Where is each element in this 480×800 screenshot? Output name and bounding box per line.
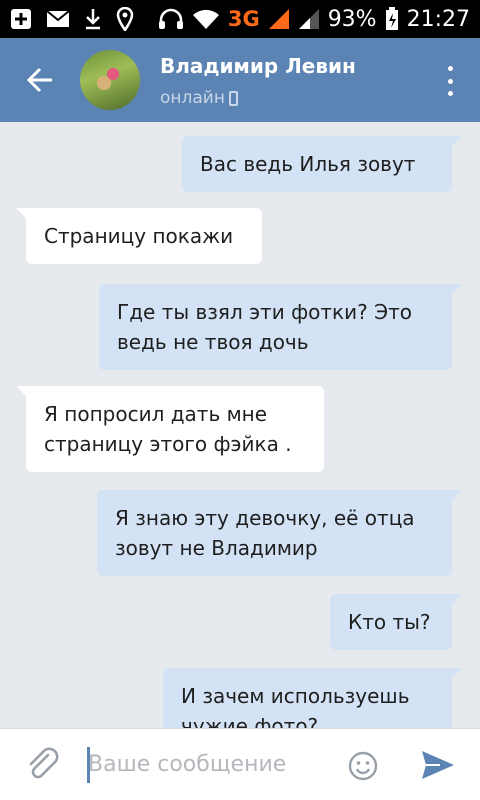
battery-percent: 93% xyxy=(327,6,377,32)
message-bubble-outgoing[interactable]: Где ты взял эти фотки? Это ведь не твоя … xyxy=(99,284,462,370)
smiley-icon xyxy=(348,751,378,781)
message-input[interactable] xyxy=(88,743,328,785)
send-button[interactable] xyxy=(420,749,456,781)
dot-icon xyxy=(447,78,453,84)
mobile-icon xyxy=(228,90,238,106)
composer-bar xyxy=(0,728,480,800)
message-text: Я попросил дать мне xyxy=(44,402,268,426)
contact-status: онлайн xyxy=(160,88,238,108)
more-menu-button[interactable] xyxy=(444,66,456,96)
plus-icon xyxy=(10,8,32,30)
emoji-button[interactable] xyxy=(348,751,378,781)
signal-icon-2 xyxy=(298,8,320,30)
message-bubble-outgoing[interactable]: Вас ведь Илья зовут xyxy=(182,136,462,192)
wifi-icon xyxy=(192,8,220,30)
clock: 21:27 xyxy=(406,6,470,32)
message-text: Страницу покажи xyxy=(44,224,234,248)
message-text: Я знаю эту девочку, её отца xyxy=(115,506,415,530)
message-text: Где ты взял эти фотки? Это xyxy=(117,300,412,324)
send-icon xyxy=(422,751,454,779)
message-text: ведь не твоя дочь xyxy=(117,330,309,354)
back-button[interactable] xyxy=(22,64,58,96)
message-text: чужие фото? xyxy=(181,714,319,728)
signal-icon xyxy=(268,8,290,30)
battery-icon xyxy=(385,7,399,31)
paperclip-icon xyxy=(29,747,59,779)
network-type: 3G xyxy=(227,7,260,31)
headphones-icon xyxy=(158,8,184,30)
download-icon xyxy=(84,8,102,30)
message-text: Вас ведь Илья зовут xyxy=(200,152,416,176)
chat-screen: 3G 93% 21:27 Владимир Левин онлайн Вас в… xyxy=(0,0,480,800)
message-text: Кто ты? xyxy=(348,610,431,634)
arrow-left-icon xyxy=(26,67,52,93)
message-bubble-outgoing[interactable]: Кто ты? xyxy=(330,594,462,650)
avatar[interactable] xyxy=(80,50,140,110)
chat-header: Владимир Левин онлайн xyxy=(0,38,480,122)
message-bubble-incoming[interactable]: Я попросил дать мне страницу этого фэйка… xyxy=(16,386,324,472)
location-icon xyxy=(116,7,134,31)
status-label: онлайн xyxy=(160,88,225,108)
message-text: И зачем используешь xyxy=(181,684,410,708)
message-bubble-outgoing[interactable]: Я знаю эту девочку, её отца зовут не Вла… xyxy=(97,490,462,576)
message-bubble-incoming[interactable]: Страницу покажи xyxy=(16,208,262,264)
mail-icon xyxy=(46,10,70,28)
status-bar: 3G 93% 21:27 xyxy=(0,0,480,38)
message-bubble-outgoing[interactable]: И зачем используешь чужие фото? xyxy=(163,668,462,728)
dot-icon xyxy=(447,91,453,96)
contact-name[interactable]: Владимир Левин xyxy=(160,54,356,78)
dot-icon xyxy=(447,66,453,71)
attach-button[interactable] xyxy=(26,747,60,783)
message-list[interactable]: Вас ведь Илья зовут Страницу покажи Где … xyxy=(0,122,480,728)
message-text: страницу этого фэйка . xyxy=(44,432,292,456)
message-text: зовут не Владимир xyxy=(115,536,318,560)
